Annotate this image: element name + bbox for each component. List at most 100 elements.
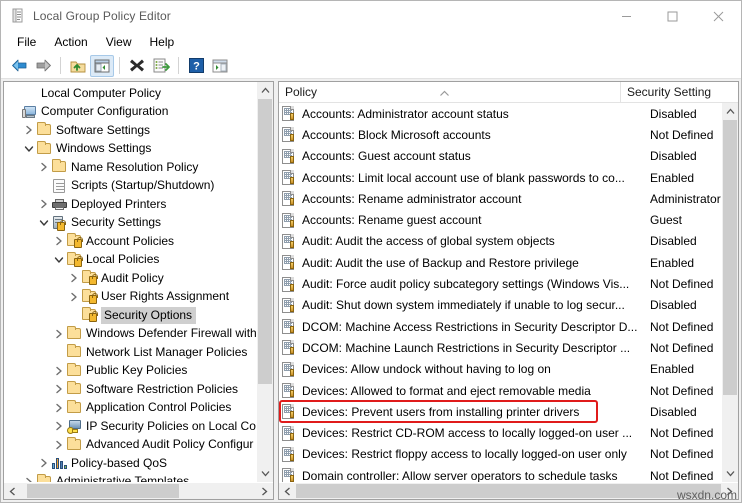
show-hide-console-tree-icon[interactable] xyxy=(90,54,114,77)
tree-item-administrative-templates[interactable]: Administrative Templates xyxy=(4,473,256,482)
policy-row[interactable]: Accounts: Block Microsoft accounts Not De… xyxy=(279,124,721,145)
chevron-right-icon[interactable] xyxy=(67,273,81,283)
chevron-right-icon[interactable] xyxy=(37,199,51,209)
chevron-right-icon[interactable] xyxy=(37,458,51,468)
menu-action[interactable]: Action xyxy=(45,33,96,51)
minimize-button[interactable] xyxy=(603,1,649,31)
policy-list[interactable]: Accounts: Administrator account status Di… xyxy=(279,103,721,482)
list-horizontal-scrollbar[interactable] xyxy=(279,482,738,499)
tree-item-label: User Rights Assignment xyxy=(101,289,230,304)
policy-row[interactable]: Audit: Audit the access of global system… xyxy=(279,231,721,252)
chevron-down-icon[interactable] xyxy=(52,256,66,264)
up-one-level-icon[interactable] xyxy=(66,55,90,77)
menu-help[interactable]: Help xyxy=(141,33,184,51)
list-vertical-scrollbar[interactable] xyxy=(721,103,738,482)
policy-list-content[interactable]: Accounts: Administrator account status Di… xyxy=(279,103,721,482)
policy-row[interactable]: Audit: Shut down system immediately if u… xyxy=(279,295,721,316)
security-policy-icon xyxy=(281,170,297,186)
policy-row[interactable]: Audit: Audit the use of Backup and Resto… xyxy=(279,252,721,273)
policy-row[interactable]: Devices: Prevent users from installing p… xyxy=(279,401,721,422)
tree-item-local-policies[interactable]: Local Policies xyxy=(4,251,256,270)
tree-item-security-options[interactable]: Security Options xyxy=(4,306,256,325)
policy-row[interactable]: Domain controller: Allow server operator… xyxy=(279,465,721,482)
chevron-down-icon[interactable] xyxy=(37,219,51,227)
scroll-down-icon[interactable] xyxy=(722,465,738,482)
policy-row[interactable]: Accounts: Limit local account use of bla… xyxy=(279,167,721,188)
chevron-right-icon[interactable] xyxy=(37,162,51,172)
chevron-right-icon[interactable] xyxy=(52,440,66,450)
policy-row[interactable]: Accounts: Rename administrator account Ad… xyxy=(279,188,721,209)
tree-scroll-thumb[interactable] xyxy=(258,99,272,384)
tree-hscroll-track[interactable] xyxy=(21,483,256,499)
tree-item-windows-defender-firewall-with[interactable]: Windows Defender Firewall with xyxy=(4,325,256,344)
chevron-right-icon[interactable] xyxy=(22,125,36,135)
policy-row[interactable]: Accounts: Guest account status Disabled xyxy=(279,146,721,167)
tree-vertical-scrollbar[interactable] xyxy=(256,82,273,482)
policy-row[interactable]: Accounts: Administrator account status Di… xyxy=(279,103,721,124)
tree-item-local-computer-policy[interactable]: Local Computer Policy xyxy=(4,84,256,103)
chevron-right-icon[interactable] xyxy=(52,366,66,376)
list-hscroll-thumb[interactable] xyxy=(296,484,721,498)
scroll-left-icon[interactable] xyxy=(4,483,21,499)
delete-icon[interactable] xyxy=(125,55,149,77)
tree-item-label: Name Resolution Policy xyxy=(71,159,199,174)
policy-row[interactable]: Devices: Restrict CD-ROM access to local… xyxy=(279,422,721,443)
policy-row[interactable]: Devices: Allow undock without having to … xyxy=(279,359,721,380)
scroll-left-icon[interactable] xyxy=(279,483,296,499)
forward-icon[interactable] xyxy=(31,55,55,77)
menu-file[interactable]: File xyxy=(8,33,45,51)
tree-item-name-resolution-policy[interactable]: Name Resolution Policy xyxy=(4,158,256,177)
close-button[interactable] xyxy=(695,1,741,31)
menu-view[interactable]: View xyxy=(97,33,141,51)
scroll-up-icon[interactable] xyxy=(257,82,273,99)
policy-row[interactable]: DCOM: Machine Launch Restrictions in Sec… xyxy=(279,337,721,358)
scroll-down-icon[interactable] xyxy=(257,465,273,482)
chevron-right-icon[interactable] xyxy=(52,384,66,394)
chevron-right-icon[interactable] xyxy=(22,477,36,482)
tree-item-user-rights-assignment[interactable]: User Rights Assignment xyxy=(4,288,256,307)
tree-item-advanced-audit-policy-configur[interactable]: Advanced Audit Policy Configur xyxy=(4,436,256,455)
tree-item-computer-configuration[interactable]: Computer Configuration xyxy=(4,103,256,122)
tree-item-application-control-policies[interactable]: Application Control Policies xyxy=(4,399,256,418)
tree-scroll-track[interactable] xyxy=(257,99,273,465)
help-icon[interactable]: ? xyxy=(184,55,208,77)
policy-row[interactable]: Accounts: Rename guest account Guest xyxy=(279,209,721,230)
tree-item-network-list-manager-policies[interactable]: Network List Manager Policies xyxy=(4,343,256,362)
list-scroll-track[interactable] xyxy=(722,120,738,465)
console-tree-content[interactable]: Local Computer Policy Computer Configurat… xyxy=(4,82,256,482)
list-hscroll-track[interactable] xyxy=(296,483,721,499)
scroll-right-icon[interactable] xyxy=(256,483,273,499)
tree-item-software-restriction-policies[interactable]: Software Restriction Policies xyxy=(4,380,256,399)
chevron-right-icon[interactable] xyxy=(52,329,66,339)
chevron-right-icon[interactable] xyxy=(52,421,66,431)
list-scroll-thumb[interactable] xyxy=(723,120,737,395)
back-icon[interactable] xyxy=(7,55,31,77)
tree-item-ip-security-policies-on-local-com[interactable]: IP Security Policies on Local Com xyxy=(4,417,256,436)
show-hide-action-pane-icon[interactable] xyxy=(208,55,232,77)
policy-row[interactable]: Audit: Force audit policy subcategory se… xyxy=(279,273,721,294)
maximize-button[interactable] xyxy=(649,1,695,31)
tree-item-windows-settings[interactable]: Windows Settings xyxy=(4,140,256,159)
export-list-icon[interactable] xyxy=(149,55,173,77)
chevron-right-icon[interactable] xyxy=(52,403,66,413)
tree-item-deployed-printers[interactable]: Deployed Printers xyxy=(4,195,256,214)
policy-tree[interactable]: Local Computer Policy Computer Configurat… xyxy=(4,82,256,482)
tree-item-policy-based-qos[interactable]: Policy-based QoS xyxy=(4,454,256,473)
policy-row[interactable]: DCOM: Machine Access Restrictions in Sec… xyxy=(279,316,721,337)
tree-horizontal-scrollbar[interactable] xyxy=(4,482,273,499)
tree-item-public-key-policies[interactable]: Public Key Policies xyxy=(4,362,256,381)
tree-item-security-settings[interactable]: Security Settings xyxy=(4,214,256,233)
policy-row[interactable]: Devices: Allowed to format and eject rem… xyxy=(279,380,721,401)
column-header-security-setting[interactable]: Security Setting xyxy=(621,82,738,102)
scroll-up-icon[interactable] xyxy=(722,103,738,120)
tree-item-scripts-startup-shutdown[interactable]: Scripts (Startup/Shutdown) xyxy=(4,177,256,196)
tree-item-software-settings[interactable]: Software Settings xyxy=(4,121,256,140)
tree-item-account-policies[interactable]: Account Policies xyxy=(4,232,256,251)
chevron-right-icon[interactable] xyxy=(67,292,81,302)
policy-row[interactable]: Devices: Restrict floppy access to local… xyxy=(279,444,721,465)
chevron-right-icon[interactable] xyxy=(52,236,66,246)
tree-hscroll-thumb[interactable] xyxy=(27,484,179,498)
column-header-policy[interactable]: Policy xyxy=(279,82,621,102)
tree-item-audit-policy[interactable]: Audit Policy xyxy=(4,269,256,288)
chevron-down-icon[interactable] xyxy=(22,145,36,153)
